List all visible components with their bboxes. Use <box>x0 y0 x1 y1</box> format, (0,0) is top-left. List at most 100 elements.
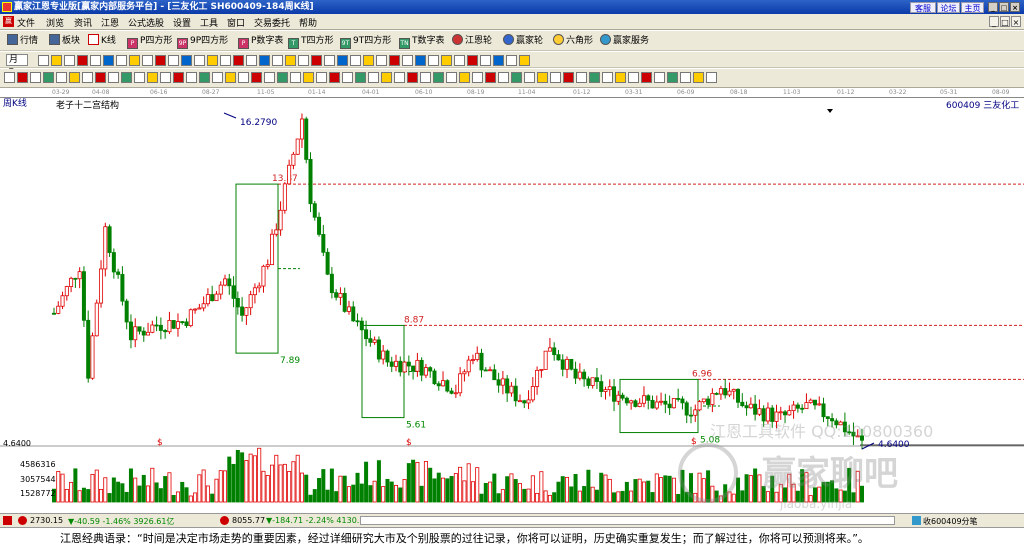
tool-icon[interactable] <box>454 55 465 66</box>
tb-gann-wheel[interactable]: 江恩轮 <box>452 34 492 48</box>
tool-icon[interactable] <box>69 72 80 83</box>
tool-icon[interactable] <box>194 55 205 66</box>
tool-icon[interactable] <box>498 72 509 83</box>
tool-icon[interactable] <box>290 72 301 83</box>
menu-tools[interactable]: 工具 <box>200 16 218 29</box>
tb-winner-wheel[interactable]: 赢家轮 <box>503 34 543 48</box>
tool-icon[interactable] <box>329 72 340 83</box>
tool-icon[interactable] <box>238 72 249 83</box>
tool-icon[interactable] <box>225 72 236 83</box>
tool-icon[interactable] <box>134 72 145 83</box>
link-home[interactable]: 主页 <box>961 2 984 13</box>
tool-icon[interactable] <box>381 72 392 83</box>
tool-icon[interactable] <box>108 72 119 83</box>
tb-service[interactable]: 赢家服务 <box>600 34 649 48</box>
menu-help[interactable]: 帮助 <box>299 16 317 29</box>
close-icon[interactable]: × <box>1010 2 1020 12</box>
tb-hexagon[interactable]: 六角形 <box>553 34 593 48</box>
tool-icon[interactable] <box>43 72 54 83</box>
tool-icon[interactable] <box>459 72 470 83</box>
tool-icon[interactable] <box>90 55 101 66</box>
tool-icon[interactable] <box>433 72 444 83</box>
tool-icon[interactable] <box>368 72 379 83</box>
tb-t-square[interactable]: T T四方形 <box>288 34 334 49</box>
tool-icon[interactable] <box>259 55 270 66</box>
tool-icon[interactable] <box>602 72 613 83</box>
tool-icon[interactable] <box>103 55 114 66</box>
tool-icon[interactable] <box>355 72 366 83</box>
tool-icon[interactable] <box>428 55 439 66</box>
menu-news[interactable]: 资讯 <box>74 16 92 29</box>
tool-icon[interactable] <box>155 55 166 66</box>
tool-icon[interactable] <box>680 72 691 83</box>
menu-browse[interactable]: 浏览 <box>46 16 64 29</box>
tool-icon[interactable] <box>4 72 15 83</box>
menu-file[interactable]: 文件 <box>17 16 35 29</box>
tb-p-square[interactable]: P P四方形 <box>127 34 172 49</box>
tool-icon[interactable] <box>212 72 223 83</box>
minimize-icon[interactable]: _ <box>988 2 998 12</box>
tb-t-table[interactable]: TN T数字表 <box>399 34 445 49</box>
link-forum[interactable]: 论坛 <box>937 2 960 13</box>
tool-icon[interactable] <box>186 72 197 83</box>
link-support[interactable]: 客服 <box>910 2 936 13</box>
tool-icon[interactable] <box>17 72 28 83</box>
kline-chart[interactable]: 周K线 老子十二宫结构 600409 三友化工 13.877.898.875.6… <box>0 98 1024 513</box>
tool-icon[interactable] <box>389 55 400 66</box>
menu-settings[interactable]: 设置 <box>173 16 191 29</box>
tool-icon[interactable] <box>181 55 192 66</box>
tool-icon[interactable] <box>142 55 153 66</box>
tool-icon[interactable] <box>38 55 49 66</box>
tool-icon[interactable] <box>467 55 478 66</box>
tool-icon[interactable] <box>472 72 483 83</box>
tool-icon[interactable] <box>121 72 132 83</box>
tool-icon[interactable] <box>407 72 418 83</box>
horizontal-scrollbar[interactable] <box>360 516 895 525</box>
child-minimize-icon[interactable]: _ <box>989 16 999 27</box>
tb-p-table[interactable]: P P数字表 <box>238 34 283 49</box>
tool-icon[interactable] <box>563 72 574 83</box>
tool-icon[interactable] <box>537 72 548 83</box>
tool-icon[interactable] <box>576 72 587 83</box>
tool-icon[interactable] <box>173 72 184 83</box>
tool-icon[interactable] <box>550 72 561 83</box>
menu-trade[interactable]: 交易委托 <box>254 16 290 29</box>
tool-icon[interactable] <box>233 55 244 66</box>
tool-icon[interactable] <box>82 72 93 83</box>
tool-icon[interactable] <box>485 72 496 83</box>
child-restore-icon[interactable]: □ <box>1000 16 1010 27</box>
tool-icon[interactable] <box>667 72 678 83</box>
tool-icon[interactable] <box>402 55 413 66</box>
tool-icon[interactable] <box>168 55 179 66</box>
dropdown-icon[interactable] <box>827 109 833 113</box>
tb-kline[interactable]: K线 <box>88 34 116 48</box>
tool-icon[interactable] <box>420 72 431 83</box>
tool-icon[interactable] <box>56 72 67 83</box>
tool-icon[interactable] <box>519 55 530 66</box>
tool-icon[interactable] <box>160 72 171 83</box>
tool-icon[interactable] <box>628 72 639 83</box>
tool-icon[interactable] <box>116 55 127 66</box>
menu-gann[interactable]: 江恩 <box>101 16 119 29</box>
tool-icon[interactable] <box>220 55 231 66</box>
tool-icon[interactable] <box>480 55 491 66</box>
tool-icon[interactable] <box>77 55 88 66</box>
tool-icon[interactable] <box>64 55 75 66</box>
tb-sectors[interactable]: 板块 <box>49 34 80 48</box>
tool-icon[interactable] <box>376 55 387 66</box>
tool-icon[interactable] <box>493 55 504 66</box>
tool-icon[interactable] <box>51 55 62 66</box>
tool-icon[interactable] <box>441 55 452 66</box>
tool-icon[interactable] <box>324 55 335 66</box>
tool-icon[interactable] <box>246 55 257 66</box>
menu-formula[interactable]: 公式选股 <box>128 16 164 29</box>
child-close-icon[interactable]: × <box>1011 16 1021 27</box>
period-select[interactable]: 月 ▾ <box>6 54 28 76</box>
maximize-icon[interactable]: □ <box>999 2 1009 12</box>
tool-icon[interactable] <box>641 72 652 83</box>
tool-icon[interactable] <box>285 55 296 66</box>
tool-icon[interactable] <box>95 72 106 83</box>
tb-quotes[interactable]: 行情 <box>7 34 38 48</box>
tool-icon[interactable] <box>303 72 314 83</box>
tool-icon[interactable] <box>446 72 457 83</box>
